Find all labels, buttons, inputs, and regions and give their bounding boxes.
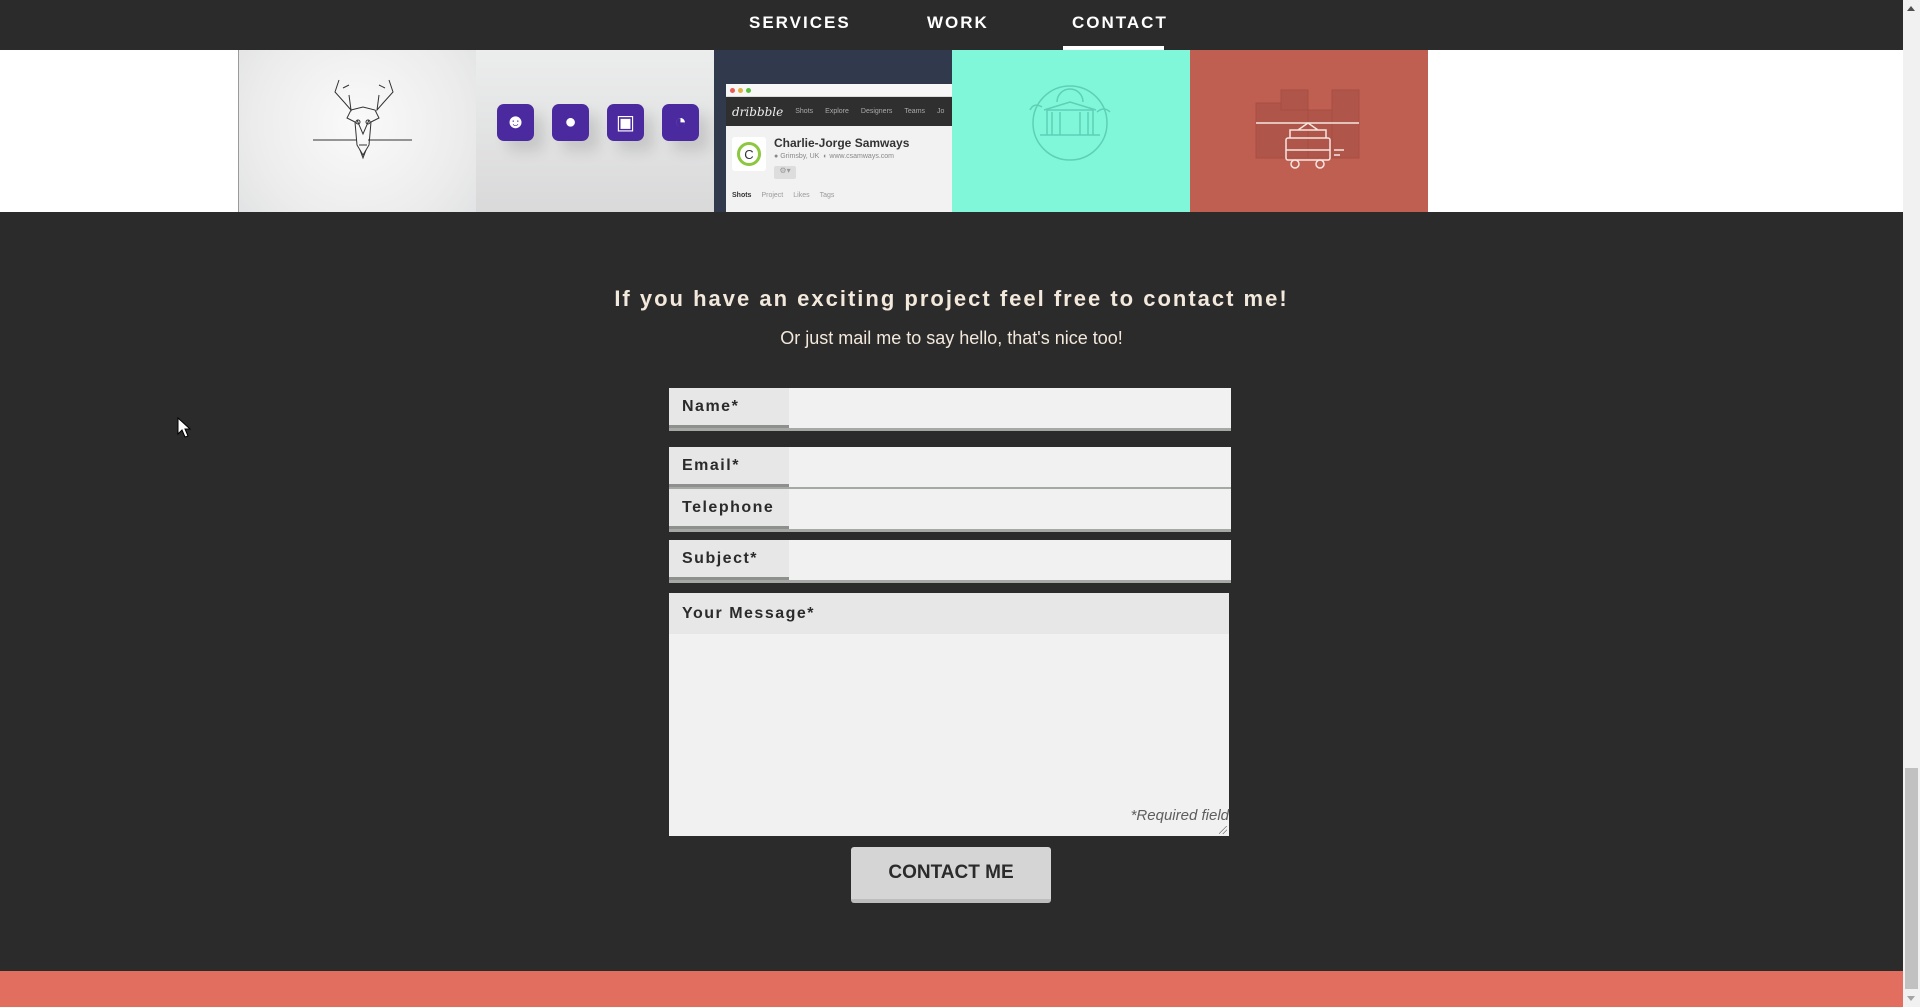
footer-band: [0, 971, 1903, 1007]
nav-item-services[interactable]: SERVICES: [749, 13, 851, 33]
subject-input[interactable]: [789, 540, 1231, 580]
gear-icon: ⚙▾: [774, 166, 796, 179]
page-scrollbar[interactable]: [1903, 0, 1920, 1007]
dribbble-tab: Shots: [732, 192, 752, 199]
deer-logo-icon: [313, 79, 412, 160]
location-pin-icon: ●: [774, 153, 779, 160]
scroll-up-arrow-icon[interactable]: [1907, 6, 1915, 11]
dribbble-menu: dribbble Shots Explore Designers Teams J…: [726, 97, 952, 126]
subject-label: Subject*: [669, 540, 789, 580]
dribbble-menu-item: Teams: [904, 108, 926, 115]
window-controls: [726, 84, 952, 97]
scroll-down-arrow-icon[interactable]: [1907, 996, 1915, 1001]
email-field: Email*: [669, 447, 1231, 490]
telephone-input[interactable]: [789, 489, 1231, 529]
building-illustration-icon: [1029, 85, 1111, 161]
active-nav-indicator: [1063, 46, 1164, 50]
contact-heading: If you have an exciting project feel fre…: [614, 286, 1289, 311]
portfolio-tile-building[interactable]: [952, 50, 1190, 212]
required-field-note: *Required field: [1130, 807, 1229, 824]
dribbble-tabs: Shots Project Likes Tags: [732, 192, 834, 199]
dribbble-menu-item: Explore: [825, 108, 849, 115]
nav-item-contact[interactable]: CONTACT: [1072, 13, 1168, 33]
message-textarea[interactable]: [669, 634, 1229, 832]
instagram-icon: ▣: [607, 104, 644, 141]
dribbble-tab: Tags: [819, 192, 835, 199]
subject-field: Subject*: [669, 540, 1231, 583]
tram-illustration-icon: [1255, 89, 1360, 169]
pacman-icon: ◔: [662, 104, 699, 141]
dribbble-screenshot: dribbble Shots Explore Designers Teams J…: [726, 84, 952, 212]
telephone-label: Telephone: [669, 489, 789, 529]
telephone-field: Telephone: [669, 489, 1231, 532]
scrollbar-thumb[interactable]: [1905, 768, 1918, 989]
message-field: Your Message*: [669, 593, 1229, 836]
message-label: Your Message*: [669, 593, 1229, 634]
lightbulb-icon: ●: [552, 104, 589, 141]
portfolio-tile-deer[interactable]: [238, 50, 476, 212]
dribbble-menu-item: Shots: [795, 108, 814, 115]
profile-name: Charlie-Jorge Samways: [774, 136, 910, 150]
avatar: C: [732, 137, 766, 171]
portfolio-tile-dribbble[interactable]: dribbble Shots Explore Designers Teams J…: [714, 50, 952, 212]
portfolio-tile-tram[interactable]: [1190, 50, 1428, 212]
nav-item-work[interactable]: WORK: [927, 13, 989, 33]
location-text: Grimsby, UK: [780, 153, 820, 160]
resize-handle-icon[interactable]: [1219, 826, 1227, 834]
contact-me-button[interactable]: CONTACT ME: [851, 847, 1051, 903]
globe-icon: ◐: [823, 153, 828, 160]
website-text: www.csamways.com: [829, 153, 894, 160]
name-field: Name*: [669, 388, 1231, 431]
top-navigation: SERVICES WORK CONTACT: [0, 0, 1903, 50]
dribbble-menu-item: Designers: [860, 108, 893, 115]
portfolio-strip: ☻ ● ▣ ◔ dribbble Shots Explore Designers…: [0, 50, 1903, 212]
dribbble-tab: Likes: [793, 192, 810, 199]
dribbble-tab: Project: [761, 192, 784, 199]
profile-location: ● Grimsby, UK ◐ www.csamways.com: [774, 153, 894, 160]
email-input[interactable]: [789, 447, 1231, 487]
dribbble-logo: dribbble: [732, 104, 784, 119]
avatar-letter: C: [737, 142, 761, 166]
contact-subheading: Or just mail me to say hello, that's nic…: [780, 328, 1123, 348]
email-label: Email*: [669, 447, 789, 487]
users-icon: ☻: [497, 104, 534, 141]
dribbble-menu-item: Jo: [937, 108, 945, 115]
name-label: Name*: [669, 388, 789, 428]
name-input[interactable]: [789, 388, 1231, 428]
mouse-cursor-icon: [177, 417, 191, 438]
portfolio-tile-app-icons[interactable]: ☻ ● ▣ ◔: [476, 50, 714, 212]
